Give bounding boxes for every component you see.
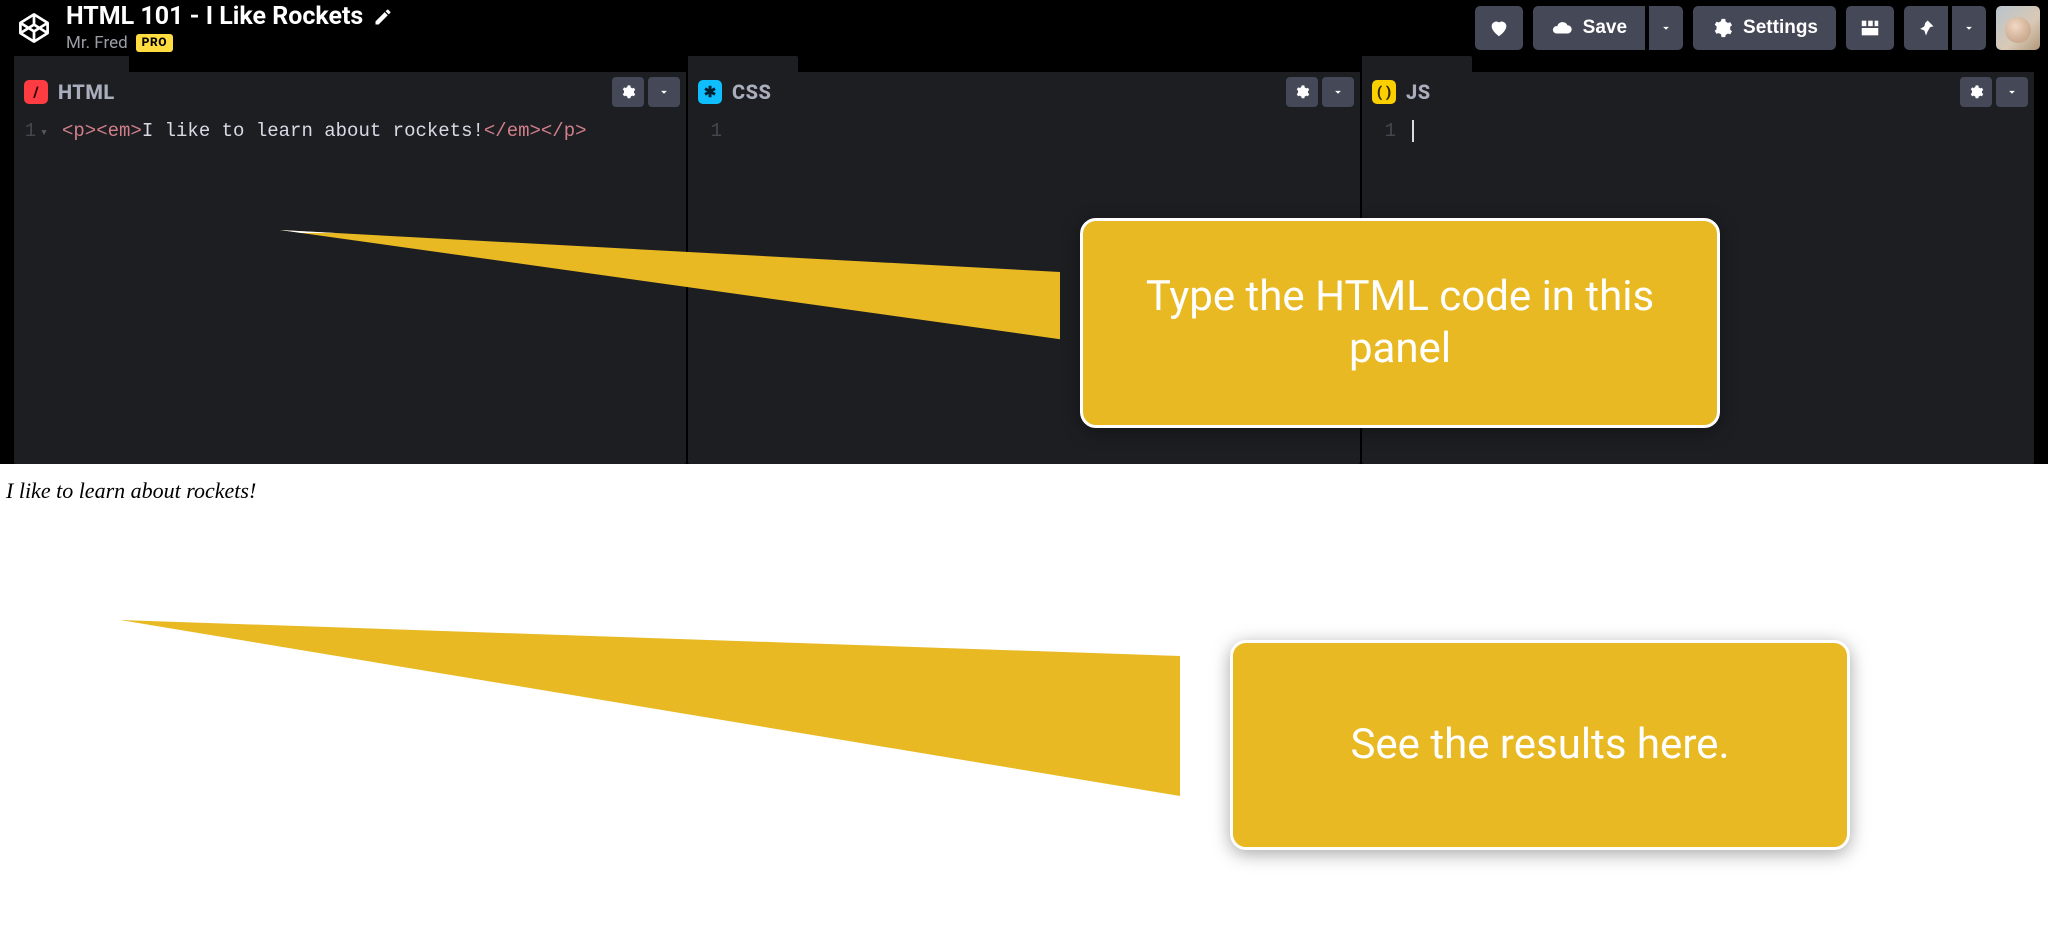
save-dropdown-button[interactable] bbox=[1649, 6, 1683, 50]
chevron-down-icon bbox=[1331, 85, 1345, 99]
line-number: 1 bbox=[25, 120, 36, 142]
editor-row: / HTML 1▾ <p><em>I like to learn about r… bbox=[0, 72, 2048, 464]
codepen-logo-icon[interactable] bbox=[16, 10, 52, 46]
pin-icon bbox=[1916, 18, 1936, 38]
gear-icon bbox=[1711, 17, 1733, 39]
html-settings-button[interactable] bbox=[612, 77, 644, 107]
layout-button[interactable] bbox=[1846, 6, 1894, 50]
app-header: HTML 101 - I Like Rockets Mr. Fred PRO S… bbox=[0, 0, 2048, 56]
cloud-icon bbox=[1551, 17, 1573, 39]
code-token: I like to learn about rockets! bbox=[142, 120, 484, 142]
css-tab[interactable]: ✱ CSS bbox=[688, 72, 785, 112]
chevron-down-icon bbox=[657, 85, 671, 99]
gear-icon bbox=[1968, 84, 1984, 100]
callout-editor: Type the HTML code in this panel bbox=[1080, 218, 1720, 428]
text-cursor bbox=[1412, 120, 1414, 142]
js-tab[interactable]: ( ) JS bbox=[1362, 72, 1445, 112]
css-panel-title: CSS bbox=[732, 80, 771, 104]
js-dropdown-button[interactable] bbox=[1996, 77, 2028, 107]
css-dropdown-button[interactable] bbox=[1322, 77, 1354, 107]
gear-icon bbox=[1294, 84, 1310, 100]
html-panel-title: HTML bbox=[58, 80, 115, 104]
save-label: Save bbox=[1583, 17, 1627, 39]
preview-output: I like to learn about rockets! bbox=[6, 478, 256, 503]
html-tab[interactable]: / HTML bbox=[14, 72, 129, 112]
callout-preview-text: See the results here. bbox=[1350, 719, 1729, 772]
html-dropdown-button[interactable] bbox=[648, 77, 680, 107]
code-token: <p> bbox=[62, 120, 96, 142]
chevron-down-icon bbox=[1659, 21, 1673, 35]
callout-preview: See the results here. bbox=[1230, 640, 1850, 850]
code-token: </p> bbox=[541, 120, 587, 142]
settings-button[interactable]: Settings bbox=[1693, 6, 1836, 50]
chevron-down-icon bbox=[2005, 85, 2019, 99]
author-name[interactable]: Mr. Fred bbox=[66, 34, 128, 54]
pen-title[interactable]: HTML 101 - I Like Rockets bbox=[66, 3, 363, 32]
line-number: 1 bbox=[1385, 120, 1396, 142]
css-lang-icon: ✱ bbox=[698, 80, 722, 104]
js-panel-title: JS bbox=[1406, 80, 1431, 104]
title-block: HTML 101 - I Like Rockets Mr. Fred PRO bbox=[66, 3, 393, 53]
settings-label: Settings bbox=[1743, 17, 1818, 39]
js-lang-icon: ( ) bbox=[1372, 80, 1396, 104]
pin-dropdown-button[interactable] bbox=[1952, 6, 1986, 50]
line-number: 1 bbox=[711, 120, 722, 142]
html-lang-icon: / bbox=[24, 80, 48, 104]
user-avatar[interactable] bbox=[1996, 6, 2040, 50]
codepen-logo-svg bbox=[17, 11, 51, 45]
save-button-group: Save bbox=[1533, 6, 1683, 50]
chevron-down-icon bbox=[1962, 21, 1976, 35]
code-token: </em> bbox=[484, 120, 541, 142]
pin-button-group bbox=[1904, 6, 1986, 50]
layout-icon bbox=[1859, 17, 1881, 39]
save-button[interactable]: Save bbox=[1533, 6, 1645, 50]
header-toolbar: Save Settings bbox=[1475, 6, 2040, 50]
heart-button[interactable] bbox=[1475, 6, 1523, 50]
code-token: <em> bbox=[96, 120, 142, 142]
heart-icon bbox=[1488, 17, 1510, 39]
pin-button[interactable] bbox=[1904, 6, 1948, 50]
pro-badge: PRO bbox=[136, 34, 173, 52]
callout-editor-text: Type the HTML code in this panel bbox=[1113, 271, 1687, 376]
js-settings-button[interactable] bbox=[1960, 77, 1992, 107]
gear-icon bbox=[620, 84, 636, 100]
edit-title-icon[interactable] bbox=[373, 7, 393, 27]
editor-tabstrip bbox=[0, 56, 2048, 72]
css-settings-button[interactable] bbox=[1286, 77, 1318, 107]
html-editor[interactable]: 1▾ <p><em>I like to learn about rockets!… bbox=[14, 112, 686, 464]
